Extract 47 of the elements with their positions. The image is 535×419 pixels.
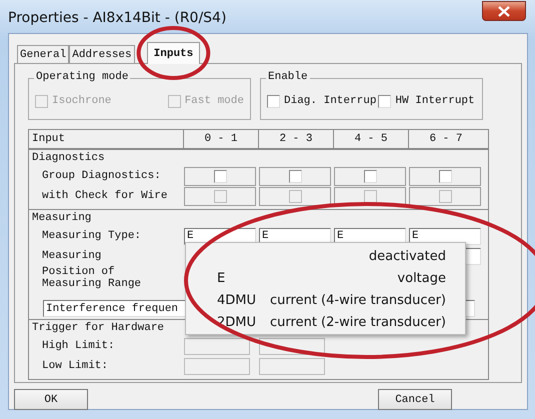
close-button[interactable]	[482, 1, 526, 21]
row-label: Position of Measuring Range	[41, 266, 142, 290]
input-field[interactable]	[184, 338, 250, 354]
option-label: HW Interrupt	[395, 95, 475, 107]
item-code: 4DMU	[217, 292, 256, 308]
dialog-button[interactable]: Cancel	[378, 389, 452, 410]
tab[interactable]: Inputs	[146, 42, 200, 64]
row-label: Measuring Type:	[41, 230, 142, 242]
column-header: 4 - 5	[333, 130, 408, 148]
dropdown-item[interactable]: deactivated	[186, 245, 465, 267]
row-label: with Check for Wire	[41, 190, 168, 202]
group-title: Operating mode	[34, 71, 130, 83]
item-text: current (2-wire transducer)	[270, 314, 446, 330]
item-text: deactivated	[368, 248, 446, 264]
checkbox[interactable]	[438, 170, 452, 182]
item-text: voltage	[397, 270, 446, 286]
section-title: Trigger for Hardware	[32, 322, 164, 334]
input-field[interactable]	[259, 358, 325, 374]
section-title: Measuring	[32, 212, 92, 224]
close-icon	[498, 6, 510, 16]
tab[interactable]: General	[17, 45, 70, 63]
checkbox[interactable]	[214, 170, 226, 182]
column-header: Input	[31, 132, 66, 147]
row-label: Group Diagnostics:	[41, 170, 162, 182]
checkbox[interactable]	[378, 94, 392, 108]
select-field[interactable]: E	[409, 228, 481, 244]
checkbox[interactable]	[288, 170, 302, 182]
column-header: 0 - 1	[183, 130, 258, 148]
checkbox[interactable]	[364, 170, 376, 182]
window-title: Properties - AI8x14Bit - (R0/S4)	[8, 10, 226, 26]
column-header: 6 - 7	[408, 130, 483, 148]
dropdown-item[interactable]: E voltage	[186, 267, 465, 289]
item-text: current (4-wire transducer)	[270, 292, 446, 308]
row-label: High Limit:	[41, 340, 116, 352]
tab[interactable]: Addresses	[69, 45, 135, 63]
row-label: Measuring	[41, 250, 102, 262]
row-label: Low Limit:	[41, 360, 110, 372]
option-label: Fast mode	[184, 95, 244, 107]
section-title: Diagnostics	[32, 152, 105, 164]
input-field[interactable]	[184, 358, 250, 374]
option-label: Diag. Interrup	[284, 95, 376, 107]
dropdown-item[interactable]: 4DMU current (4-wire transducer)	[186, 289, 465, 311]
option-label: Isochrone	[52, 95, 112, 107]
checkbox[interactable]	[267, 94, 280, 108]
column-header: 2 - 3	[258, 130, 333, 148]
dialog-button[interactable]: OK	[14, 389, 88, 410]
item-code: E	[217, 270, 226, 286]
